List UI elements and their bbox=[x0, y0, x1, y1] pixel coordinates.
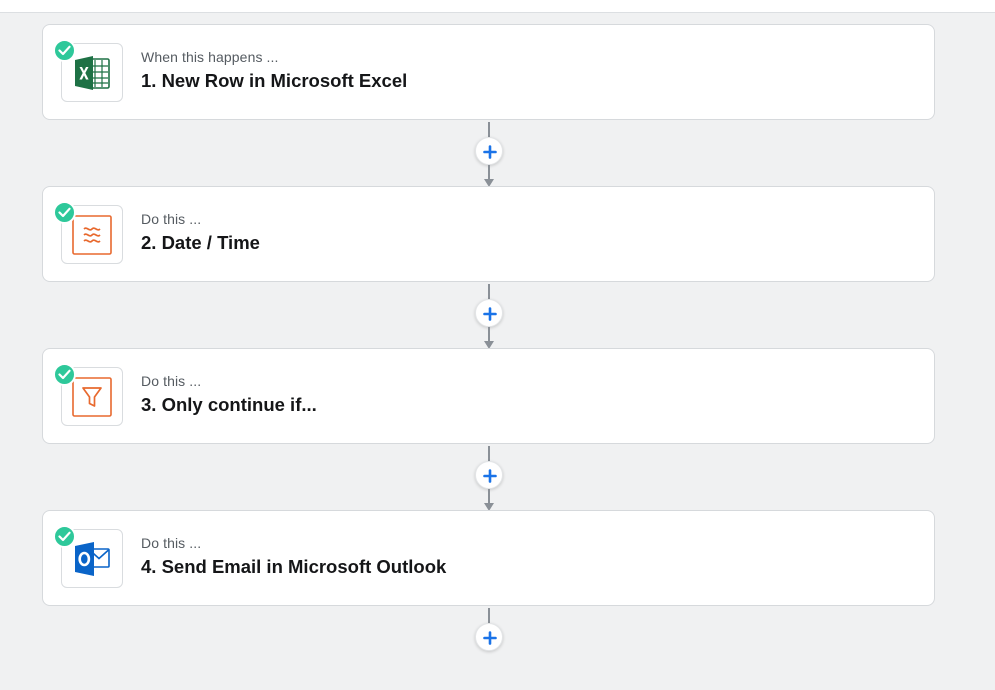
step-title: 1. New Row in Microsoft Excel bbox=[141, 70, 408, 91]
connector-line bbox=[488, 446, 490, 461]
plus-icon bbox=[483, 631, 497, 645]
check-icon bbox=[58, 369, 71, 380]
step-card-date-time[interactable]: Do this ... 2. Date / Time bbox=[42, 186, 935, 282]
check-icon bbox=[58, 531, 71, 542]
connector-line bbox=[488, 165, 490, 179]
status-badge bbox=[53, 39, 76, 62]
connector-line bbox=[488, 608, 490, 623]
add-step-button[interactable] bbox=[475, 137, 503, 165]
add-step-button[interactable] bbox=[475, 623, 503, 651]
add-step-button[interactable] bbox=[475, 299, 503, 327]
step-card-filter[interactable]: Do this ... 3. Only continue if... bbox=[42, 348, 935, 444]
excel-icon bbox=[75, 55, 110, 90]
step-subtitle: When this happens ... bbox=[141, 49, 279, 65]
status-badge bbox=[53, 201, 76, 224]
outlook-icon bbox=[75, 541, 110, 576]
step-card-excel[interactable]: When this happens ... 1. New Row in Micr… bbox=[42, 24, 935, 120]
step-title: 4. Send Email in Microsoft Outlook bbox=[141, 556, 447, 577]
connector-line bbox=[488, 327, 490, 341]
plus-icon bbox=[483, 469, 497, 483]
step-card-outlook[interactable]: Do this ... 4. Send Email in Microsoft O… bbox=[42, 510, 935, 606]
top-bar bbox=[0, 0, 995, 13]
connector-line bbox=[488, 489, 490, 503]
add-step-button[interactable] bbox=[475, 461, 503, 489]
plus-icon bbox=[483, 307, 497, 321]
step-subtitle: Do this ... bbox=[141, 373, 202, 389]
filter-icon bbox=[72, 376, 112, 417]
step-title: 3. Only continue if... bbox=[141, 394, 317, 415]
step-title: 2. Date / Time bbox=[141, 232, 260, 253]
plus-icon bbox=[483, 145, 497, 159]
status-badge bbox=[53, 525, 76, 548]
status-badge bbox=[53, 363, 76, 386]
formatter-icon bbox=[72, 214, 112, 255]
step-subtitle: Do this ... bbox=[141, 535, 202, 551]
step-subtitle: Do this ... bbox=[141, 211, 202, 227]
check-icon bbox=[58, 207, 71, 218]
connector-line bbox=[488, 122, 490, 137]
check-icon bbox=[58, 45, 71, 56]
connector-line bbox=[488, 284, 490, 299]
